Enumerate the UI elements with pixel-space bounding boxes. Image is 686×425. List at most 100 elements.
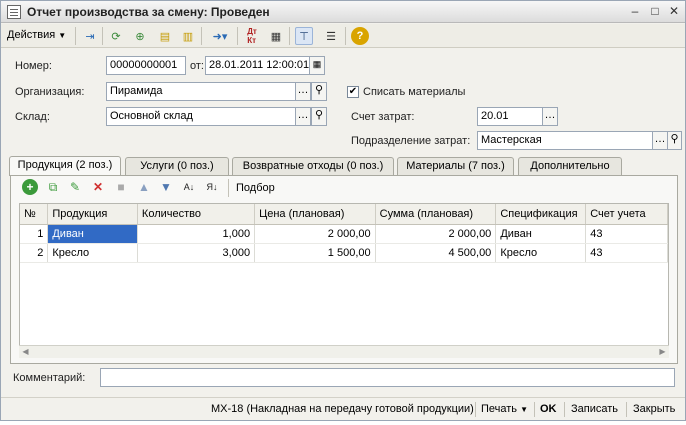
- close-icon[interactable]: ✕: [666, 4, 682, 19]
- insert-icon[interactable]: ▤: [156, 27, 174, 45]
- account-cell[interactable]: 43: [585, 224, 668, 244]
- table-row[interactable]: 1 Диван 1,000 2 000,00 2 000,00 Диван 43: [20, 224, 668, 244]
- cost-account-label: Счет затрат:: [351, 111, 415, 123]
- toolbar-separator: [345, 27, 346, 45]
- open-magnifier-icon[interactable]: ⚲: [311, 107, 327, 126]
- save-button[interactable]: Записать: [571, 403, 618, 415]
- toolbar-separator: [201, 27, 202, 45]
- column-header[interactable]: Спецификация: [495, 204, 587, 225]
- price-cell[interactable]: 1 500,00: [254, 243, 376, 263]
- title-bar: Отчет производства за смену: Проведен – …: [1, 1, 685, 23]
- scroll-left-icon[interactable]: ◀: [19, 346, 32, 358]
- edit-pencil-icon[interactable]: ✎: [67, 179, 83, 195]
- column-header[interactable]: Продукция: [47, 204, 138, 225]
- select-ellipsis-icon[interactable]: …: [542, 107, 558, 126]
- cost-division-field[interactable]: Мастерская: [477, 131, 653, 150]
- sort-ascending-icon[interactable]: A↓: [181, 179, 197, 195]
- cost-account-field[interactable]: 20.01: [477, 107, 543, 126]
- price-cell[interactable]: 2 000,00: [254, 224, 376, 244]
- minimize-icon[interactable]: –: [627, 4, 643, 19]
- organization-field[interactable]: Пирамида: [106, 82, 296, 101]
- main-toolbar: Действия ▼ ⇥ ⟳ ⊕ ▤ ▥ ➜▾ Дт Кт ▦ ⊤ ☰ ?: [1, 24, 685, 48]
- organization-label: Организация:: [15, 86, 85, 98]
- based-on-icon[interactable]: ➜▾: [207, 27, 233, 45]
- select-ellipsis-icon[interactable]: …: [295, 82, 311, 101]
- move-down-icon[interactable]: ▼: [158, 179, 174, 195]
- document-icon: [7, 5, 21, 19]
- close-button[interactable]: Закрыть: [633, 403, 675, 415]
- actions-menu[interactable]: Действия ▼: [7, 29, 66, 41]
- table-row[interactable]: 2 Кресло 3,000 1 500,00 4 500,00 Кресло …: [20, 243, 668, 263]
- help-icon[interactable]: ?: [351, 27, 369, 45]
- row-number-cell: 1: [20, 224, 49, 244]
- list-settings-icon[interactable]: ☰: [322, 27, 340, 45]
- ok-button[interactable]: OK: [540, 403, 557, 415]
- print-label: Печать: [481, 403, 518, 415]
- calendar-icon[interactable]: ▦: [309, 56, 325, 75]
- copy-icon[interactable]: ⊕: [131, 27, 149, 45]
- pick-button[interactable]: Подбор: [236, 182, 275, 194]
- copy-row-icon[interactable]: ⧉: [45, 179, 61, 195]
- tab-additional[interactable]: Дополнительно: [518, 157, 622, 175]
- specification-cell[interactable]: Кресло: [495, 243, 587, 263]
- scroll-right-icon[interactable]: ▶: [656, 346, 669, 358]
- toolbar-separator: [289, 27, 290, 45]
- tab-services[interactable]: Услуги (0 поз.): [125, 157, 229, 175]
- open-magnifier-icon[interactable]: ⚲: [667, 131, 682, 150]
- date-field[interactable]: 28.01.2011 12:00:01: [205, 56, 311, 75]
- comment-field[interactable]: [100, 368, 675, 387]
- toolbar-separator: [237, 27, 238, 45]
- warehouse-field[interactable]: Основной склад: [106, 107, 296, 126]
- select-ellipsis-icon[interactable]: …: [652, 131, 668, 150]
- post-icon[interactable]: ⇥: [81, 27, 99, 45]
- account-cell[interactable]: 43: [585, 243, 668, 263]
- comment-label: Комментарий:: [13, 372, 86, 384]
- products-panel: + ⧉ ✎ ✕ ■ ▲ ▼ A↓ Я↓ Подбор № Продукция К…: [10, 175, 678, 364]
- statusbar-separator: [626, 402, 627, 417]
- add-row-icon[interactable]: +: [22, 179, 38, 195]
- toolbar-separator: [102, 27, 103, 45]
- statusbar-separator: [475, 402, 476, 417]
- product-cell[interactable]: Диван: [47, 224, 138, 244]
- cost-division-label: Подразделение затрат:: [351, 135, 471, 147]
- end-edit-icon[interactable]: ■: [113, 179, 129, 195]
- tab-products[interactable]: Продукция (2 поз.): [9, 156, 121, 176]
- sum-cell[interactable]: 2 000,00: [375, 224, 497, 244]
- column-header[interactable]: №: [20, 204, 49, 225]
- chevron-down-icon: ▼: [58, 31, 67, 40]
- column-header[interactable]: Цена (плановая): [254, 204, 376, 225]
- table-header-row: № Продукция Количество Цена (плановая) С…: [20, 204, 668, 225]
- tab-return-waste[interactable]: Возвратные отходы (0 поз.): [232, 157, 394, 175]
- document-window: Отчет производства за смену: Проведен – …: [0, 0, 686, 421]
- number-label: Номер:: [15, 60, 52, 72]
- writeoff-checkbox[interactable]: ✔: [347, 86, 359, 98]
- table-toolbar: + ⧉ ✎ ✕ ■ ▲ ▼ A↓ Я↓ Подбор: [11, 176, 677, 200]
- open-magnifier-icon[interactable]: ⚲: [311, 82, 327, 101]
- sum-cell[interactable]: 4 500,00: [375, 243, 497, 263]
- sort-descending-icon[interactable]: Я↓: [204, 179, 220, 195]
- tab-materials[interactable]: Материалы (7 поз.): [397, 157, 514, 175]
- refresh-icon[interactable]: ⟳: [107, 27, 125, 45]
- warehouse-label: Склад:: [15, 111, 50, 123]
- column-header[interactable]: Сумма (плановая): [375, 204, 497, 225]
- print-form-button[interactable]: МХ-18 (Накладная на передачу готовой про…: [211, 403, 474, 415]
- structure-icon[interactable]: ▦: [267, 27, 285, 45]
- delete-mark-icon[interactable]: ▥: [179, 27, 197, 45]
- prices-icon[interactable]: ⊤: [295, 27, 313, 45]
- quantity-cell[interactable]: 3,000: [137, 243, 256, 263]
- print-menu-button[interactable]: Печать ▼: [481, 403, 528, 415]
- column-header[interactable]: Счет учета: [585, 204, 668, 225]
- bottom-bar: МХ-18 (Накладная на передачу готовой про…: [1, 397, 685, 420]
- movements-icon[interactable]: Дт Кт: [243, 27, 261, 45]
- product-cell[interactable]: Кресло: [47, 243, 138, 263]
- row-number-cell: 2: [20, 243, 49, 263]
- maximize-icon[interactable]: □: [647, 4, 663, 19]
- select-ellipsis-icon[interactable]: …: [295, 107, 311, 126]
- specification-cell[interactable]: Диван: [495, 224, 587, 244]
- quantity-cell[interactable]: 1,000: [137, 224, 256, 244]
- move-up-icon[interactable]: ▲: [136, 179, 152, 195]
- column-header[interactable]: Количество: [137, 204, 256, 225]
- delete-row-icon[interactable]: ✕: [90, 179, 106, 195]
- number-field[interactable]: 00000000001: [106, 56, 186, 75]
- horizontal-scrollbar[interactable]: ◀ ▶: [19, 345, 669, 358]
